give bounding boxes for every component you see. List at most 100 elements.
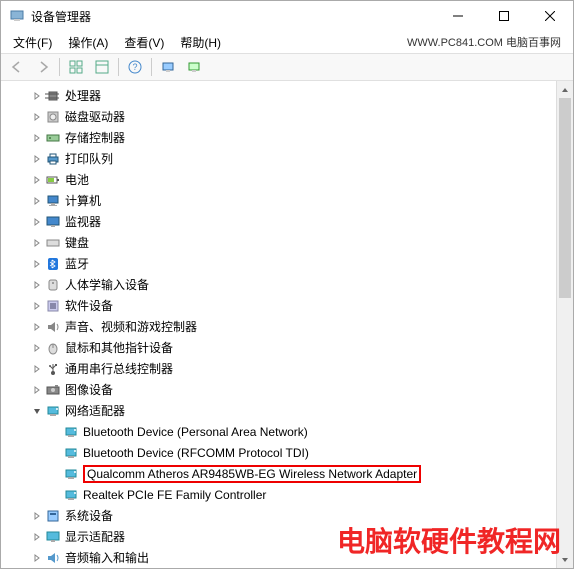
device-manager-window: 设备管理器 文件(F) 操作(A) 查看(V) 帮助(H) WWW.PC841.…: [0, 0, 574, 569]
expand-icon[interactable]: [31, 279, 43, 291]
node-label: 打印队列: [65, 150, 113, 167]
monitor-icon: [45, 214, 61, 230]
expand-icon[interactable]: [31, 258, 43, 270]
menu-help[interactable]: 帮助(H): [172, 32, 229, 53]
expand-icon[interactable]: [31, 132, 43, 144]
audio-icon: [45, 550, 61, 566]
tree-node[interactable]: 系统设备: [3, 505, 556, 526]
expand-icon[interactable]: [31, 300, 43, 312]
expand-icon[interactable]: [31, 384, 43, 396]
node-label: 人体学输入设备: [65, 276, 149, 293]
software-icon: [45, 298, 61, 314]
usb-icon: [45, 361, 61, 377]
scroll-thumb[interactable]: [559, 98, 571, 298]
system-icon: [45, 508, 61, 524]
node-label: 键盘: [65, 234, 89, 251]
tree-node[interactable]: 打印队列: [3, 148, 556, 169]
tree-node[interactable]: Bluetooth Device (Personal Area Network): [3, 421, 556, 442]
menu-view[interactable]: 查看(V): [116, 32, 172, 53]
tool-help-button[interactable]: ?: [123, 55, 147, 79]
keyboard-icon: [45, 235, 61, 251]
toolbar-separator: [118, 58, 119, 76]
tree-node[interactable]: 处理器: [3, 85, 556, 106]
minimize-button[interactable]: [435, 1, 481, 31]
expand-icon[interactable]: [31, 531, 43, 543]
window-controls: [435, 1, 573, 31]
no-expander: [49, 447, 61, 459]
tree-node[interactable]: 存储控制器: [3, 127, 556, 148]
app-icon: [9, 8, 25, 24]
expand-icon[interactable]: [31, 195, 43, 207]
tree-node[interactable]: 网络适配器: [3, 400, 556, 421]
tree-node[interactable]: 磁盘驱动器: [3, 106, 556, 127]
node-label: 监视器: [65, 213, 101, 230]
toolbar-separator: [59, 58, 60, 76]
expand-icon[interactable]: [31, 363, 43, 375]
tree-node[interactable]: 软件设备: [3, 295, 556, 316]
tree-node[interactable]: 声音、视频和游戏控制器: [3, 316, 556, 337]
expand-icon[interactable]: [31, 552, 43, 564]
no-expander: [49, 468, 61, 480]
node-label: 显示适配器: [65, 528, 125, 545]
tree-node[interactable]: 音频输入和输出: [3, 547, 556, 568]
expand-icon[interactable]: [31, 111, 43, 123]
tree-node[interactable]: 计算机: [3, 190, 556, 211]
node-label: 通用串行总线控制器: [65, 360, 173, 377]
expand-icon[interactable]: [31, 510, 43, 522]
tree-node[interactable]: 鼠标和其他指针设备: [3, 337, 556, 358]
battery-icon: [45, 172, 61, 188]
window-title: 设备管理器: [31, 8, 435, 25]
expand-icon[interactable]: [31, 216, 43, 228]
vertical-scrollbar[interactable]: [556, 81, 573, 568]
expand-icon[interactable]: [31, 237, 43, 249]
tree-node[interactable]: Bluetooth Device (RFCOMM Protocol TDI): [3, 442, 556, 463]
node-label: 软件设备: [65, 297, 113, 314]
node-label: 电池: [65, 171, 89, 188]
maximize-button[interactable]: [481, 1, 527, 31]
network-icon: [63, 424, 79, 440]
expand-icon[interactable]: [31, 153, 43, 165]
expand-icon[interactable]: [31, 174, 43, 186]
forward-button[interactable]: [31, 55, 55, 79]
tree-node[interactable]: 电池: [3, 169, 556, 190]
watermark-text: WWW.PC841.COM 电脑百事网: [407, 34, 569, 50]
scroll-down-button[interactable]: [557, 551, 573, 568]
back-button[interactable]: [5, 55, 29, 79]
tool-detail-button[interactable]: [64, 55, 88, 79]
collapse-icon[interactable]: [31, 405, 43, 417]
close-button[interactable]: [527, 1, 573, 31]
scroll-up-button[interactable]: [557, 81, 573, 98]
network-icon: [63, 466, 79, 482]
menu-file[interactable]: 文件(F): [5, 32, 60, 53]
tool-properties-button[interactable]: [90, 55, 114, 79]
no-expander: [49, 426, 61, 438]
node-label: 系统设备: [65, 507, 113, 524]
disk-icon: [45, 109, 61, 125]
tree-node[interactable]: 人体学输入设备: [3, 274, 556, 295]
tree-node[interactable]: Realtek PCIe FE Family Controller: [3, 484, 556, 505]
titlebar: 设备管理器: [1, 1, 573, 31]
tool-update-button[interactable]: [182, 55, 206, 79]
node-label: 声音、视频和游戏控制器: [65, 318, 197, 335]
node-label: 计算机: [65, 192, 101, 209]
tool-scan-button[interactable]: [156, 55, 180, 79]
expand-icon[interactable]: [31, 90, 43, 102]
tree-node[interactable]: 监视器: [3, 211, 556, 232]
node-label: 网络适配器: [65, 402, 125, 419]
tree-node[interactable]: 显示适配器: [3, 526, 556, 547]
tree-node[interactable]: 蓝牙: [3, 253, 556, 274]
mouse-icon: [45, 340, 61, 356]
tree-node[interactable]: 通用串行总线控制器: [3, 358, 556, 379]
storage-icon: [45, 130, 61, 146]
tree-node[interactable]: 图像设备: [3, 379, 556, 400]
expand-icon[interactable]: [31, 321, 43, 333]
printer-icon: [45, 151, 61, 167]
tree-node[interactable]: Qualcomm Atheros AR9485WB-EG Wireless Ne…: [3, 463, 556, 484]
expand-icon[interactable]: [31, 342, 43, 354]
device-tree[interactable]: 处理器磁盘驱动器存储控制器打印队列电池计算机监视器键盘蓝牙人体学输入设备软件设备…: [1, 81, 556, 568]
menu-action[interactable]: 操作(A): [60, 32, 116, 53]
tree-node[interactable]: 键盘: [3, 232, 556, 253]
network-icon: [63, 445, 79, 461]
node-label: 鼠标和其他指针设备: [65, 339, 173, 356]
node-label: 蓝牙: [65, 255, 89, 272]
